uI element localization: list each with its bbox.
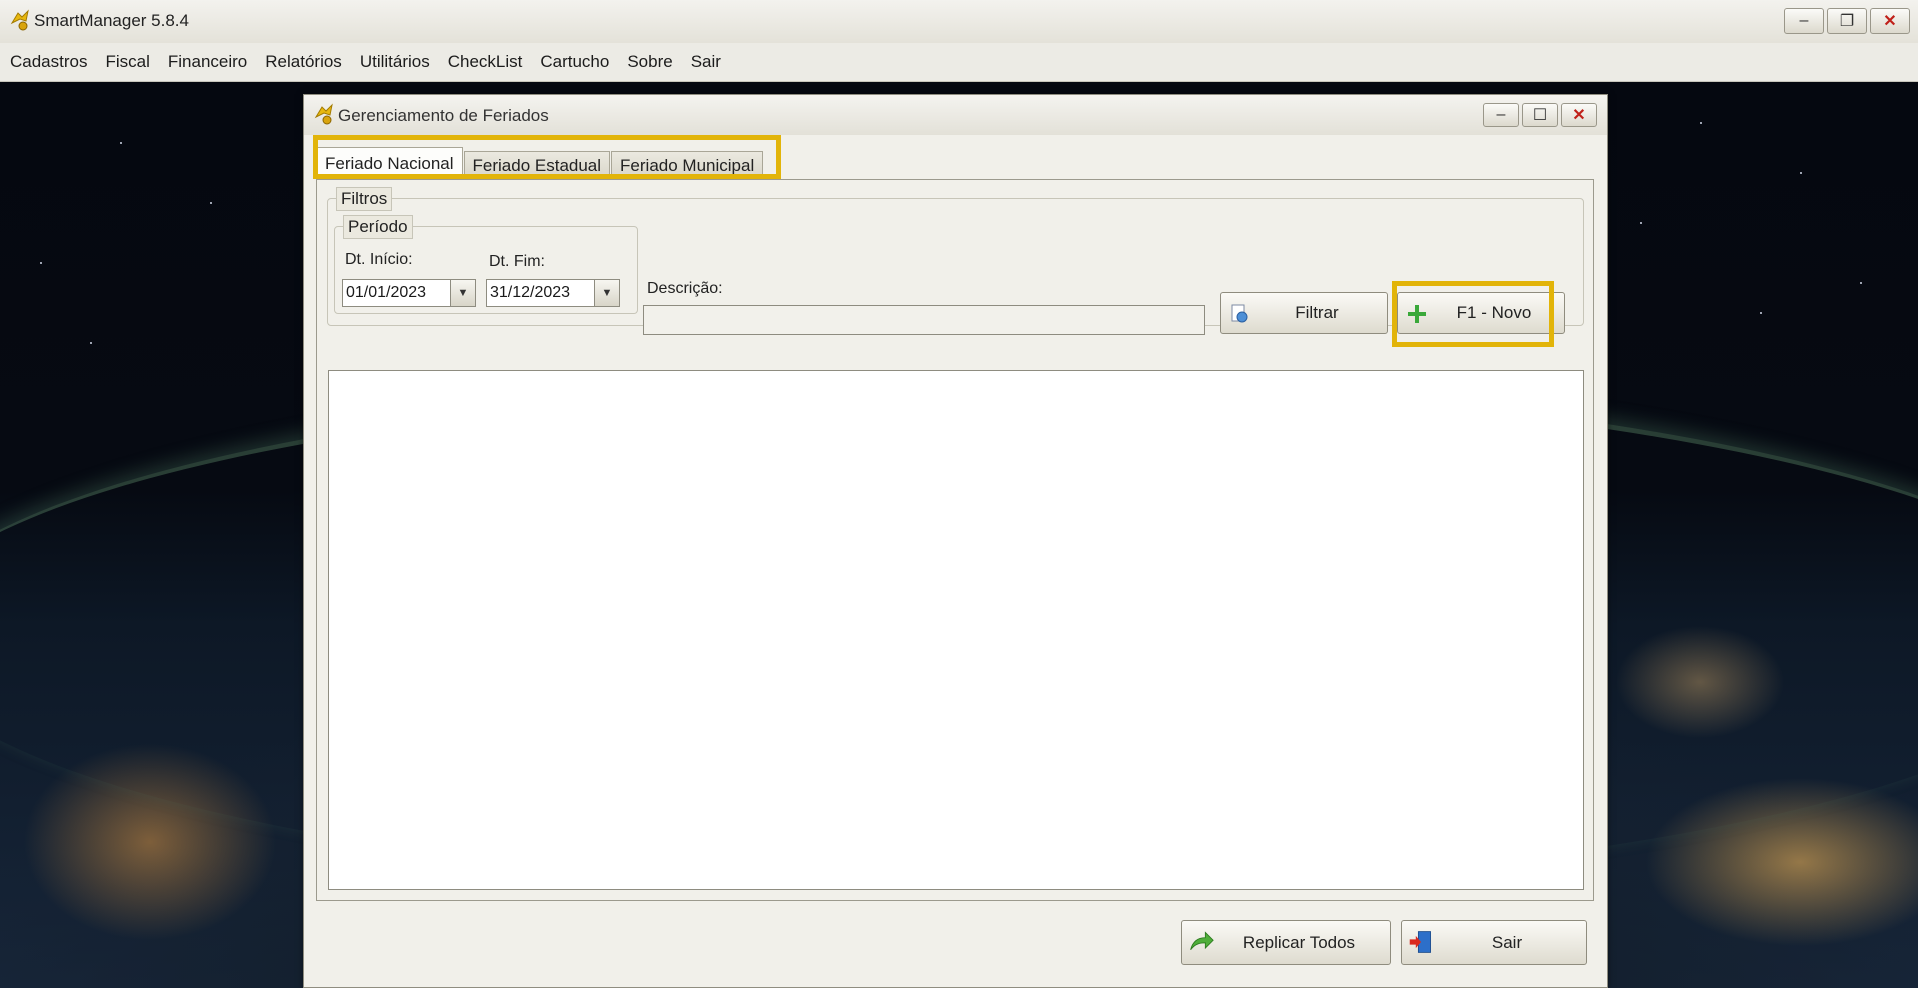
menu-bar: Cadastros Fiscal Financeiro Relatórios U… xyxy=(0,43,1918,82)
share-arrow-icon xyxy=(1188,929,1214,955)
replicate-all-button[interactable]: Replicar Todos xyxy=(1181,920,1391,965)
description-input[interactable] xyxy=(643,305,1205,335)
dialog-titlebar: Gerenciamento de Feriados – ☐ ✕ xyxy=(304,95,1607,135)
filter-icon xyxy=(1227,301,1253,327)
tab-panel: Filtros Período Dt. Início: Dt. Fim: 01/… xyxy=(316,179,1594,901)
end-date-value: 31/12/2023 xyxy=(490,284,571,301)
tab-strip: Feriado Nacional Feriado Estadual Feriad… xyxy=(316,147,764,179)
menu-financeiro[interactable]: Financeiro xyxy=(159,52,256,72)
menu-relatorios[interactable]: Relatórios xyxy=(256,52,351,72)
end-date-field[interactable]: 31/12/2023 ▼ xyxy=(486,279,620,307)
end-date-label: Dt. Fim: xyxy=(489,253,545,270)
filters-group: Filtros Período Dt. Início: Dt. Fim: 01/… xyxy=(327,187,1584,335)
minimize-button[interactable]: – xyxy=(1784,8,1824,34)
restore-button[interactable]: ❐ xyxy=(1827,8,1867,34)
app-window-controls: – ❐ ✕ xyxy=(1784,8,1910,34)
menu-cadastros[interactable]: Cadastros xyxy=(0,52,96,72)
app-title: SmartManager 5.8.4 xyxy=(34,11,189,30)
app-logo-icon xyxy=(10,9,29,31)
plus-icon xyxy=(1404,301,1430,327)
tab-feriado-municipal[interactable]: Feriado Municipal xyxy=(611,151,764,179)
dialog-maximize-button[interactable]: ☐ xyxy=(1522,103,1558,127)
menu-checklist[interactable]: CheckList xyxy=(439,52,532,72)
exit-door-icon xyxy=(1408,929,1434,955)
dialog-logo-icon xyxy=(314,103,333,125)
menu-sobre[interactable]: Sobre xyxy=(618,52,681,72)
menu-sair[interactable]: Sair xyxy=(682,52,730,72)
start-date-field[interactable]: 01/01/2023 ▼ xyxy=(342,279,476,307)
period-group: Período Dt. Início: Dt. Fim: 01/01/2023 … xyxy=(334,215,638,314)
exit-button[interactable]: Sair xyxy=(1401,920,1587,965)
start-date-value: 01/01/2023 xyxy=(346,284,427,301)
app-titlebar: SmartManager 5.8.4 – ❐ ✕ xyxy=(0,0,1918,44)
dialog-window-controls: – ☐ ✕ xyxy=(1483,103,1597,127)
chevron-down-icon[interactable]: ▼ xyxy=(594,280,619,306)
dialog-minimize-button[interactable]: – xyxy=(1483,103,1519,127)
filters-group-label: Filtros xyxy=(336,187,393,211)
chevron-down-icon[interactable]: ▼ xyxy=(450,280,475,306)
holidays-grid[interactable] xyxy=(328,370,1584,890)
filter-button[interactable]: Filtrar xyxy=(1220,292,1388,334)
description-label: Descrição: xyxy=(647,280,723,297)
tab-feriado-estadual[interactable]: Feriado Estadual xyxy=(463,151,611,179)
dialog-title: Gerenciamento de Feriados xyxy=(338,106,549,125)
menu-utilitarios[interactable]: Utilitários xyxy=(351,52,439,72)
start-date-label: Dt. Início: xyxy=(345,251,413,268)
close-button[interactable]: ✕ xyxy=(1870,8,1910,34)
menu-fiscal[interactable]: Fiscal xyxy=(96,52,158,72)
tab-feriado-nacional[interactable]: Feriado Nacional xyxy=(316,147,463,179)
period-group-label: Período xyxy=(343,215,413,239)
holidays-dialog: Gerenciamento de Feriados – ☐ ✕ Feriado … xyxy=(303,94,1608,988)
menu-cartucho[interactable]: Cartucho xyxy=(531,52,618,72)
dialog-close-button[interactable]: ✕ xyxy=(1561,103,1597,127)
new-button[interactable]: F1 - Novo xyxy=(1397,292,1565,334)
